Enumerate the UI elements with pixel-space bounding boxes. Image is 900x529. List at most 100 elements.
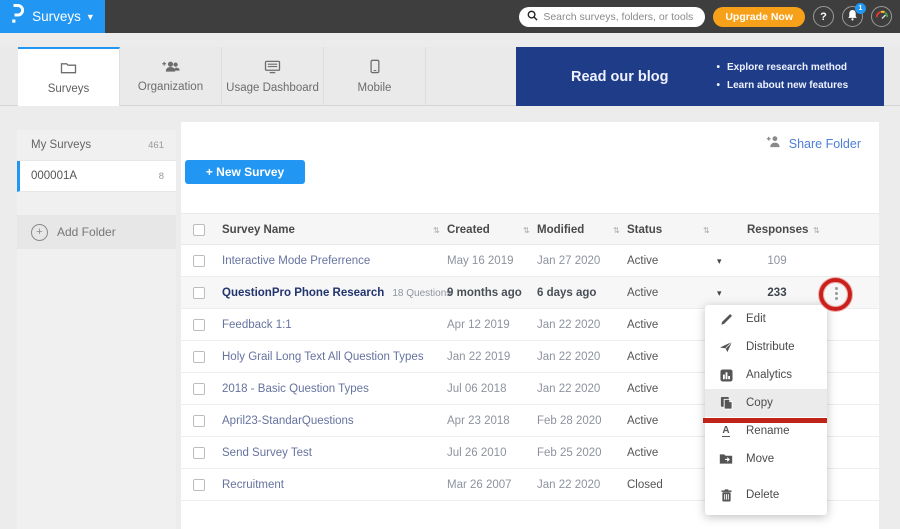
folder-icon [60, 61, 77, 78]
sort-icon[interactable]: ⇅ [613, 214, 620, 246]
survey-name-link[interactable]: QuestionPro Phone Research18 Questions [222, 277, 451, 309]
col-status[interactable]: Status [627, 214, 662, 246]
survey-name-link[interactable]: Recruitment [222, 469, 284, 501]
survey-name-link[interactable]: April23-StandarQuestions [222, 405, 354, 437]
tab-surveys[interactable]: Surveys [18, 47, 120, 106]
sidebar-item-000001a[interactable]: 000001A8 [17, 161, 176, 192]
dot [835, 297, 838, 300]
menu-item-edit[interactable]: Edit [705, 305, 827, 333]
col-survey-name[interactable]: Survey Name [222, 214, 295, 246]
move-folder-icon [719, 453, 733, 465]
tab-mobile[interactable]: Mobile [324, 47, 426, 106]
row-menu-button[interactable] [829, 284, 843, 302]
sort-icon[interactable]: ⇅ [523, 214, 530, 246]
tab-label: Surveys [48, 83, 90, 95]
blog-banner[interactable]: Read our blog •Explore research method•L… [516, 47, 884, 106]
upgrade-now-button[interactable]: Upgrade Now [713, 7, 805, 27]
sidebar-item-my-surveys[interactable]: My Surveys461 [17, 130, 176, 161]
modified-cell: Jan 22 2020 [537, 469, 600, 501]
survey-name-link[interactable]: Interactive Mode Preferrence [222, 245, 370, 277]
row-checkbox[interactable] [193, 277, 205, 309]
created-cell: Jan 22 2019 [447, 341, 510, 373]
col-modified[interactable]: Modified [537, 214, 584, 246]
folder-sidebar: My Surveys461000001A8 + Add Folder [17, 130, 176, 529]
menu-item-rename[interactable]: A Rename [705, 417, 827, 445]
add-folder-label: Add Folder [57, 225, 116, 239]
share-folder-button[interactable]: Share Folder [766, 135, 861, 153]
sidebar-spacer [17, 192, 176, 215]
tab-label: Usage Dashboard [226, 82, 319, 94]
bullet-dot-icon: • [716, 62, 720, 73]
share-folder-label: Share Folder [789, 137, 861, 151]
tab-organization[interactable]: Organization [120, 47, 222, 106]
sort-icon[interactable]: ⇅ [433, 214, 440, 246]
modified-cell: Jan 22 2020 [537, 373, 600, 405]
banner-bullet: • Explore research method [716, 59, 848, 77]
menu-item-label: Rename [746, 425, 789, 437]
product-switcher[interactable]: Surveys ▼ [0, 0, 105, 33]
survey-name-link[interactable]: 2018 - Basic Question Types [222, 373, 369, 405]
created-cell: Apr 23 2018 [447, 405, 510, 437]
created-cell: Apr 12 2019 [447, 309, 510, 341]
row-checkbox[interactable] [193, 341, 205, 373]
menu-item-label: Edit [746, 313, 766, 325]
col-created[interactable]: Created [447, 214, 490, 246]
checkbox-icon [193, 479, 205, 491]
banner-bullet: •Learn about new features [716, 77, 848, 95]
created-cell: Mar 26 2007 [447, 469, 512, 501]
col-responses[interactable]: Responses [747, 214, 808, 246]
analytics-icon [719, 369, 733, 382]
global-search[interactable] [519, 7, 705, 27]
menu-item-delete[interactable]: Delete [705, 481, 827, 509]
row-checkbox[interactable] [193, 245, 205, 277]
menu-item-move[interactable]: Move [705, 445, 827, 473]
row-checkbox[interactable] [193, 405, 205, 437]
share-person-icon [766, 135, 782, 153]
help-button[interactable]: ? [813, 6, 834, 27]
menu-item-copy[interactable]: Copy [705, 389, 827, 417]
tab-usage-dashboard[interactable]: Usage Dashboard [222, 47, 324, 106]
search-input[interactable] [543, 11, 697, 23]
survey-name: April23-StandarQuestions [222, 415, 354, 427]
notifications-button[interactable]: 1 [842, 6, 863, 27]
sort-icon[interactable]: ⇅ [813, 214, 820, 246]
sort-icon[interactable]: ⇅ [703, 214, 710, 246]
survey-name: Send Survey Test [222, 447, 312, 459]
people-add-icon [161, 60, 180, 76]
survey-name: Interactive Mode Preferrence [222, 255, 370, 267]
top-bar: Surveys ▼ Upgrade Now ? 1 [0, 0, 900, 33]
menu-item-distribute[interactable]: Distribute [705, 333, 827, 361]
status-cell: Active [627, 341, 658, 373]
status-dropdown[interactable]: ▾ [717, 245, 722, 277]
modified-cell: Feb 25 2020 [537, 437, 602, 469]
row-checkbox[interactable] [193, 309, 205, 341]
checkbox-icon [193, 319, 205, 331]
plus-circle-icon: + [31, 224, 48, 241]
status-cell: Active [627, 437, 658, 469]
header-select-checkbox[interactable] [193, 214, 205, 246]
row-checkbox[interactable] [193, 469, 205, 501]
rename-icon: A [719, 425, 733, 437]
add-folder-button[interactable]: + Add Folder [17, 215, 176, 249]
survey-name-link[interactable]: Holy Grail Long Text All Question Types [222, 341, 424, 373]
banner-bullet-text: Learn about new features [727, 80, 848, 91]
row-checkbox[interactable] [193, 373, 205, 405]
survey-name-link[interactable]: Feedback 1:1 [222, 309, 292, 341]
status-cell: Active [627, 277, 658, 309]
new-survey-button[interactable]: + New Survey [185, 160, 305, 184]
checkbox-icon [193, 447, 205, 459]
banner-bullet-text: Explore research method [727, 62, 847, 73]
trash-icon [719, 489, 733, 502]
folder-name: My Surveys [31, 139, 91, 151]
survey-name-link[interactable]: Send Survey Test [222, 437, 312, 469]
created-cell: Jul 26 2010 [447, 437, 506, 469]
status-cell: Active [627, 309, 658, 341]
account-health-button[interactable] [871, 6, 892, 27]
table-header: Survey Name⇅Created⇅Modified⇅Status⇅Resp… [181, 213, 879, 245]
gauge-icon [875, 9, 889, 24]
menu-item-analytics[interactable]: Analytics [705, 361, 827, 389]
banner-bullets: • Explore research method •Learn about new… [716, 59, 848, 95]
modified-cell: Feb 28 2020 [537, 405, 602, 437]
row-checkbox[interactable] [193, 437, 205, 469]
page: Surveys ▼ Upgrade Now ? 1 [0, 0, 900, 529]
